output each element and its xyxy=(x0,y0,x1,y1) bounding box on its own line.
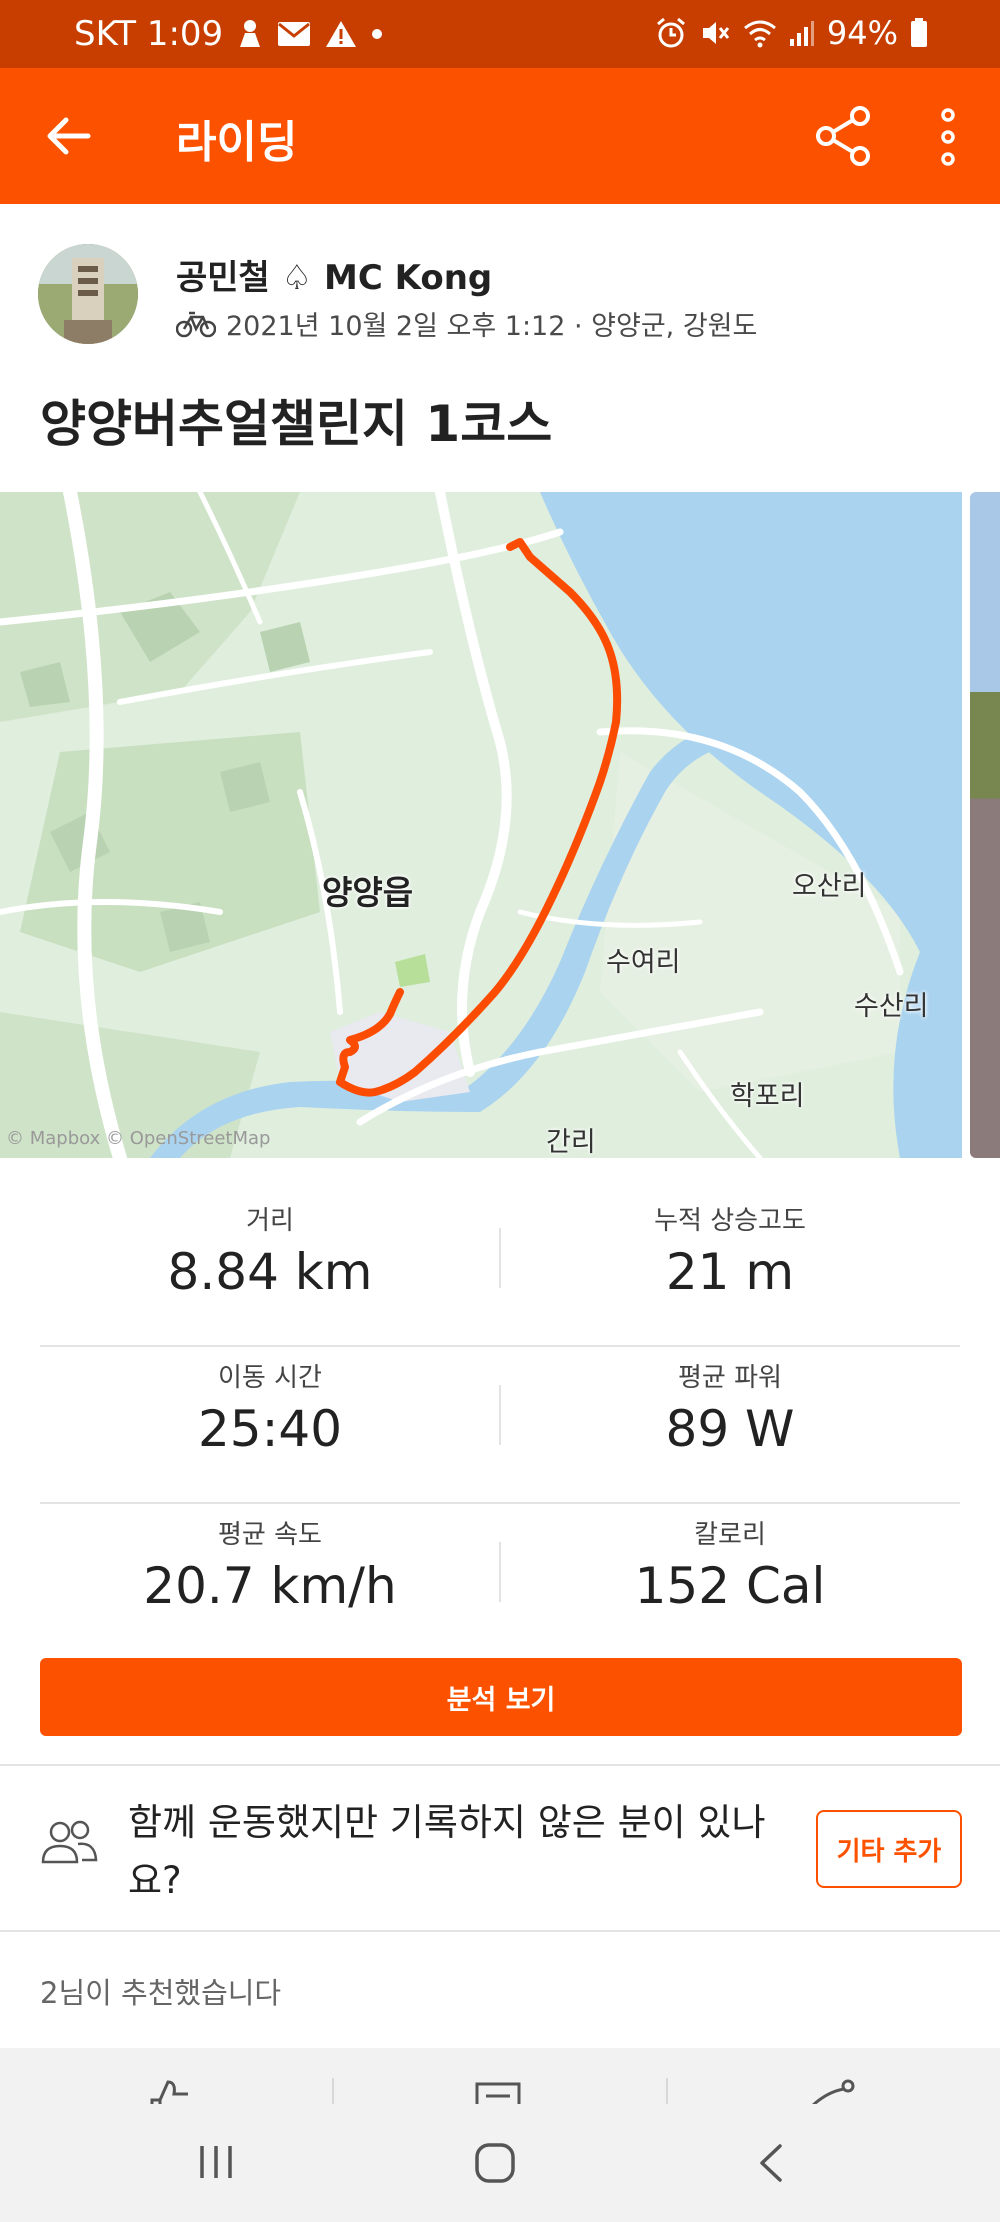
stat-avg-speed: 평균 속도 20.7 km/h xyxy=(40,1504,500,1615)
kudos-count[interactable]: 2님이 추천했습니다 xyxy=(40,1970,281,2012)
signal-icon xyxy=(789,21,814,46)
person-icon xyxy=(240,20,261,47)
alarm-icon xyxy=(656,17,685,48)
dot-icon xyxy=(372,29,383,39)
section-divider xyxy=(0,1764,1000,1766)
stat-label: 이동 시간 xyxy=(218,1363,322,1393)
stat-value: 152 Cal xyxy=(634,1557,826,1615)
strip-divider xyxy=(332,2078,334,2104)
stat-value: 8.84 km xyxy=(167,1243,373,1301)
map-label-town: 양양읍 xyxy=(322,873,414,912)
map-label-osan: 오산리 xyxy=(792,871,867,902)
stat-elevation-gain: 누적 상승고도 21 m xyxy=(500,1190,960,1301)
avatar-photo xyxy=(38,244,138,344)
activity-title: 양양버추얼챌린지 1코스 xyxy=(40,395,553,453)
map-credit: © Mapbox © OpenStreetMap xyxy=(6,1128,271,1149)
wifi-icon xyxy=(743,20,776,48)
stat-calories: 칼로리 152 Cal xyxy=(500,1504,960,1615)
app-bar: 라이딩 xyxy=(0,68,1000,204)
battery-icon xyxy=(911,18,927,47)
home-icon[interactable] xyxy=(474,2142,516,2184)
group-activity-prompt: 함께 운동했지만 기록하지 않은 분이 있나요? xyxy=(128,1801,766,1902)
bike-icon xyxy=(176,311,216,337)
stat-distance: 거리 8.84 km xyxy=(40,1190,500,1301)
stat-value: 89 W xyxy=(665,1400,795,1458)
map-label-hakpo: 학포리 xyxy=(730,1081,805,1112)
date-location: 2021년 10월 2일 오후 1:12 · 양양군, 강원도 xyxy=(226,311,758,342)
map-label-suyeo: 수여리 xyxy=(606,947,681,978)
system-back-icon[interactable] xyxy=(756,2142,786,2184)
stat-label: 거리 xyxy=(246,1206,294,1236)
stat-avg-power: 평균 파워 89 W xyxy=(500,1347,960,1458)
recent-apps-icon[interactable] xyxy=(196,2142,236,2182)
stat-label: 칼로리 xyxy=(694,1520,766,1550)
view-analysis-button[interactable]: 분석 보기 xyxy=(40,1658,962,1736)
comment-icon[interactable] xyxy=(474,2078,522,2104)
stat-label: 평균 파워 xyxy=(678,1363,782,1393)
stats-row: 평균 속도 20.7 km/h 칼로리 152 Cal xyxy=(40,1504,960,1661)
route-share-icon[interactable] xyxy=(806,2078,856,2104)
stats-row: 이동 시간 25:40 평균 파워 89 W xyxy=(40,1347,960,1504)
stat-label: 평균 속도 xyxy=(218,1520,322,1550)
activity-photo-peek[interactable] xyxy=(970,492,1000,1158)
stat-value: 25:40 xyxy=(197,1400,343,1458)
stat-moving-time: 이동 시간 25:40 xyxy=(40,1347,500,1458)
map-label-gan: 간리 xyxy=(546,1127,596,1158)
back-arrow-icon[interactable] xyxy=(42,110,94,162)
stat-label: 누적 상승고도 xyxy=(654,1206,806,1236)
route-map[interactable]: 양양읍 오산리 수여리 수산리 학포리 간리 xyxy=(0,492,962,1158)
mute-icon xyxy=(702,22,730,44)
kudos-icon[interactable] xyxy=(148,2078,192,2104)
page-title: 라이딩 xyxy=(176,117,298,168)
activity-meta: 2021년 10월 2일 오후 1:12 · 양양군, 강원도 xyxy=(176,304,757,343)
group-icon xyxy=(41,1820,98,1864)
map-canvas xyxy=(0,492,962,1158)
athlete-name[interactable]: 공민철 ♤ MC Kong xyxy=(176,250,492,299)
avatar[interactable] xyxy=(38,244,138,344)
stat-value: 20.7 km/h xyxy=(143,1557,397,1615)
warning-icon xyxy=(326,21,357,47)
battery-percent: 94% xyxy=(826,14,898,52)
system-nav-bar xyxy=(0,2104,1000,2222)
add-other-button[interactable]: 기타 추가 xyxy=(816,1810,962,1888)
status-bar: SKT 1:09 94% xyxy=(0,0,1000,68)
share-icon[interactable] xyxy=(812,104,876,168)
carrier-time: SKT 1:09 xyxy=(74,14,224,54)
map-label-susan: 수산리 xyxy=(854,991,929,1022)
section-divider xyxy=(0,1930,1000,1932)
social-action-strip xyxy=(0,2048,1000,2104)
stats-row: 거리 8.84 km 누적 상승고도 21 m xyxy=(40,1190,960,1347)
more-vert-icon[interactable] xyxy=(930,106,966,168)
strip-divider xyxy=(666,2078,668,2104)
mail-icon xyxy=(278,22,311,46)
stats-grid: 거리 8.84 km 누적 상승고도 21 m 이동 시간 25:40 평균 파… xyxy=(40,1190,960,1661)
stat-value: 21 m xyxy=(665,1243,795,1301)
